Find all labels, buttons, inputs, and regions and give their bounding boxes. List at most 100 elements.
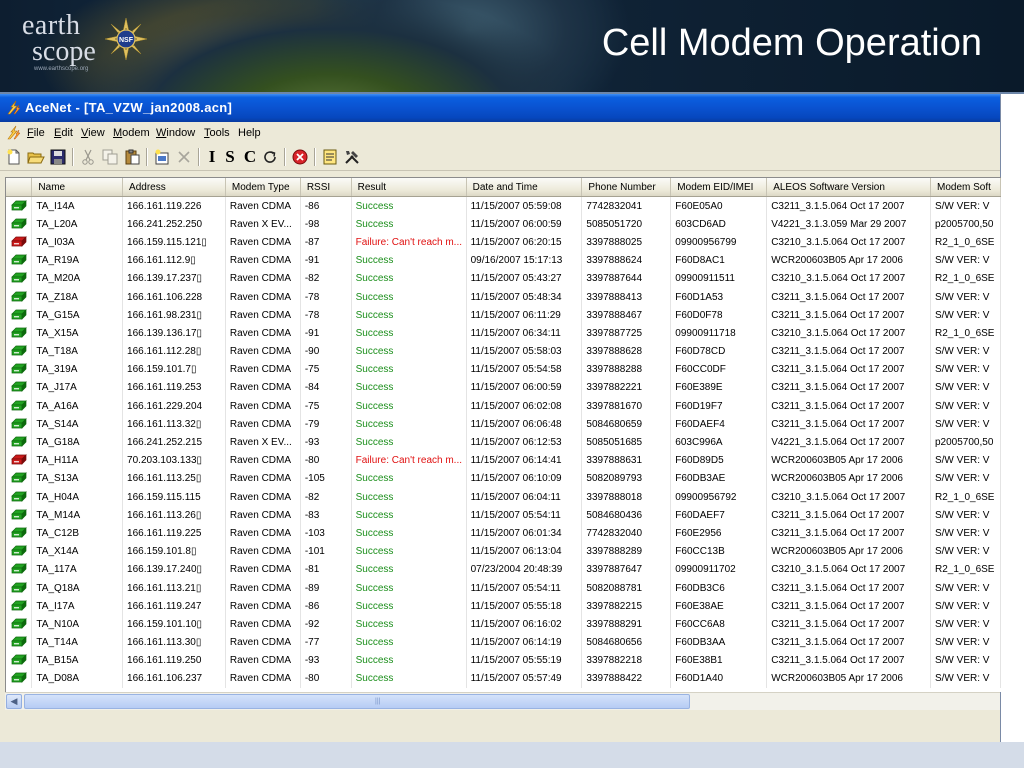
modem-ok-icon <box>10 654 27 666</box>
delete-button[interactable] <box>174 147 194 167</box>
cell-name: TA_X14A <box>31 542 124 561</box>
table-row[interactable]: TA_M14A 166.161.113.26▯ Raven CDMA -83 Succe… <box>6 506 1001 525</box>
toolbar-c-button[interactable]: C <box>240 147 260 167</box>
menu-modem[interactable]: Modem <box>113 127 150 139</box>
cell-soft: S/W VER: V <box>930 506 1001 525</box>
row-status-cell <box>6 578 33 598</box>
row-status-cell <box>6 196 33 216</box>
table-row[interactable]: TA_G18A 166.241.252.215 Raven X EV... -93 Su… <box>6 433 1001 452</box>
table-row[interactable]: TA_I17A 166.161.119.247 Raven CDMA -86 Succe… <box>6 597 1001 616</box>
toolbar-i-button[interactable]: I <box>202 147 222 167</box>
cell-type: Raven CDMA <box>225 651 301 670</box>
table-row[interactable]: TA_G15A 166.161.98.231▯ Raven CDMA -78 Succe… <box>6 306 1001 325</box>
table-row[interactable]: TA_R19A 166.161.112.9▯ Raven CDMA -91 Succes… <box>6 251 1001 270</box>
cell-phone: 3397888422 <box>581 669 672 689</box>
cell-eid: F60DB3AA <box>670 633 768 652</box>
table-row[interactable]: TA_S14A 166.161.113.32▯ Raven CDMA -79 Succe… <box>6 415 1001 434</box>
cell-address: 70.203.103.133▯ <box>122 451 226 470</box>
cell-datetime: 11/15/2007 06:06:48 <box>466 415 583 434</box>
cell-name: TA_D08A <box>31 669 124 689</box>
column-header-modem-eid[interactable]: Modem EID/IMEI <box>670 178 768 197</box>
table-row[interactable]: TA_319A 166.159.101.7▯ Raven CDMA -75 Succes… <box>6 360 1001 379</box>
menu-view[interactable]: View <box>81 127 105 139</box>
cell-phone: 3397887647 <box>581 560 672 579</box>
table-row[interactable]: TA_B15A 166.161.119.250 Raven CDMA -93 Succe… <box>6 651 1001 670</box>
table-row[interactable]: TA_L20A 166.241.252.250 Raven X EV... -98 Su… <box>6 215 1001 234</box>
scrollbar-thumb[interactable]: ||| <box>24 694 690 709</box>
table-row[interactable]: TA_M20A 166.139.17.237▯ Raven CDMA -82 Succe… <box>6 269 1001 288</box>
table-row[interactable]: TA_H04A 166.159.115.115 Raven CDMA -82 Succe… <box>6 488 1001 507</box>
modem-ok-icon <box>10 363 27 375</box>
cell-aleos: C3211_3.1.5.064 Oct 17 2007 <box>766 506 931 525</box>
table-row[interactable]: TA_T18A 166.161.112.28▯ Raven CDMA -90 Succe… <box>6 342 1001 361</box>
cell-result: Success <box>351 560 467 579</box>
cell-datetime: 11/15/2007 06:16:02 <box>466 615 583 634</box>
cell-soft: S/W VER: V <box>930 469 1001 488</box>
table-row[interactable]: TA_X14A 166.159.101.8▯ Raven CDMA -101 Succe… <box>6 542 1001 561</box>
cell-eid: 09900956799 <box>670 233 768 252</box>
column-header-modem-software[interactable]: Modem Soft <box>930 178 1001 197</box>
table-row[interactable]: TA_D08A 166.161.106.237 Raven CDMA -80 Succe… <box>6 669 1001 689</box>
menu-tools[interactable]: Tools <box>204 127 230 139</box>
document-icon[interactable] <box>6 125 22 141</box>
cell-address: 166.161.106.237 <box>122 669 226 689</box>
table-row[interactable]: TA_H11A 70.203.103.133▯ Raven CDMA -80 Failu… <box>6 451 1001 470</box>
cell-aleos: C3211_3.1.5.064 Oct 17 2007 <box>766 360 931 379</box>
window-titlebar[interactable]: AceNet - [TA_VZW_jan2008.acn] <box>0 94 1000 122</box>
table-row[interactable]: TA_X15A 166.139.136.17▯ Raven CDMA -91 Succe… <box>6 324 1001 343</box>
cell-name: TA_G15A <box>31 306 124 325</box>
table-row[interactable]: TA_S13A 166.161.113.25▯ Raven CDMA -105 Succ… <box>6 469 1001 488</box>
modem-ok-icon <box>10 527 27 538</box>
menu-window[interactable]: Window <box>156 127 195 139</box>
menu-edit[interactable]: Edit <box>54 127 73 139</box>
cell-rssi: -87 <box>300 233 352 252</box>
cell-address: 166.161.119.225 <box>122 524 226 543</box>
properties-button[interactable] <box>152 147 172 167</box>
column-header-modem-type[interactable]: Modem Type <box>225 178 301 197</box>
paste-button[interactable] <box>122 147 142 167</box>
modem-ok-icon <box>10 399 27 411</box>
save-button[interactable] <box>48 147 68 167</box>
horizontal-scrollbar[interactable]: ◀ ||| <box>5 692 1000 710</box>
column-header-rssi[interactable]: RSSI <box>300 178 352 197</box>
column-header-name[interactable]: Name <box>31 178 124 197</box>
table-row[interactable]: TA_I03A 166.159.115.121▯ Raven CDMA -87 Fail… <box>6 233 1001 252</box>
scroll-left-button[interactable]: ◀ <box>6 694 22 709</box>
column-header-address[interactable]: Address <box>122 178 226 197</box>
table-row[interactable]: TA_117A 166.139.17.240▯ Raven CDMA -81 Succe… <box>6 560 1001 579</box>
refresh-button[interactable] <box>260 147 280 167</box>
cell-result: Success <box>351 196 467 216</box>
cell-datetime: 11/15/2007 05:54:11 <box>466 578 583 598</box>
modem-table: Name Address Modem Type RSSI Result Date… <box>5 177 1001 692</box>
column-header-status[interactable] <box>6 178 33 197</box>
table-row[interactable]: TA_T14A 166.161.113.30▯ Raven CDMA -77 Succe… <box>6 633 1001 652</box>
report-button[interactable] <box>320 147 340 167</box>
cell-eid: 09900956792 <box>670 488 768 507</box>
menu-help[interactable]: Help <box>238 127 261 139</box>
open-button[interactable] <box>26 147 46 167</box>
column-header-result[interactable]: Result <box>351 178 467 197</box>
toolbar-s-button[interactable]: S <box>220 147 240 167</box>
cell-datetime: 11/15/2007 06:14:19 <box>466 633 583 652</box>
new-button[interactable] <box>4 147 24 167</box>
table-row[interactable]: TA_J17A 166.161.119.253 Raven CDMA -84 Succe… <box>6 378 1001 398</box>
table-row[interactable]: TA_N10A 166.159.101.10▯ Raven CDMA -92 Succe… <box>6 615 1001 634</box>
stop-button[interactable] <box>290 147 310 167</box>
column-header-aleos-version[interactable]: ALEOS Software Version <box>766 178 931 197</box>
menu-file[interactable]: File <box>27 127 45 139</box>
tools-button[interactable] <box>342 147 362 167</box>
cell-name: TA_T18A <box>31 342 124 361</box>
cell-datetime: 11/15/2007 05:55:19 <box>466 651 583 670</box>
column-header-phone-number[interactable]: Phone Number <box>581 178 672 197</box>
table-row[interactable]: TA_Q18A 166.161.113.21▯ Raven CDMA -89 Succe… <box>6 578 1001 598</box>
table-row[interactable]: TA_A16A 166.161.229.204 Raven CDMA -75 Succe… <box>6 397 1001 416</box>
table-row[interactable]: TA_Z18A 166.161.106.228 Raven CDMA -78 Succe… <box>6 287 1001 307</box>
table-row[interactable]: TA_I14A 166.161.119.226 Raven CDMA -86 Succe… <box>6 196 1001 216</box>
acenet-app-icon <box>7 100 21 115</box>
cut-button[interactable] <box>78 147 98 167</box>
copy-button[interactable] <box>100 147 120 167</box>
row-status-cell <box>6 251 33 270</box>
column-header-date-time[interactable]: Date and Time <box>466 178 583 197</box>
table-row[interactable]: TA_C12B 166.161.119.225 Raven CDMA -103 Succ… <box>6 524 1001 543</box>
cell-datetime: 09/16/2007 15:17:13 <box>466 251 583 270</box>
